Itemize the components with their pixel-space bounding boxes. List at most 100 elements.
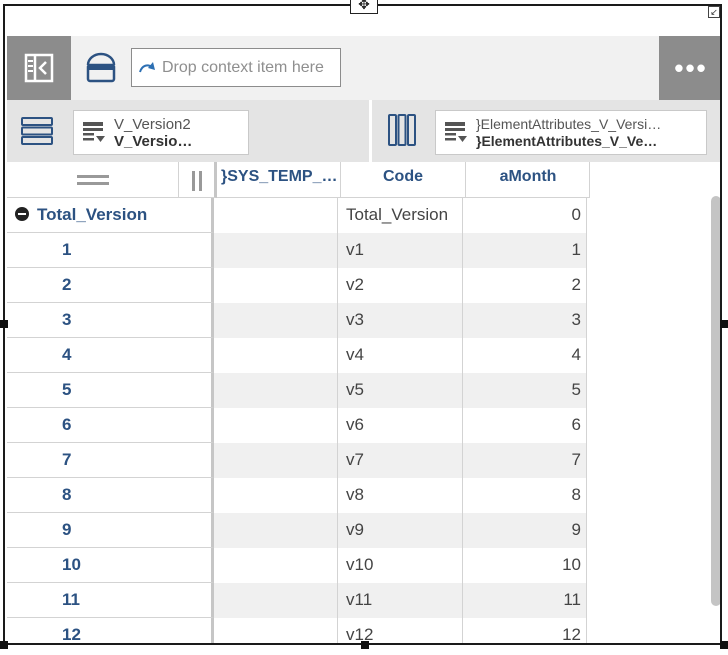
row-label-text: 4: [62, 345, 72, 364]
row-label-cell[interactable]: 8: [7, 478, 214, 513]
sys-temp-cell[interactable]: [214, 548, 338, 583]
resize-handle-right[interactable]: [720, 320, 728, 328]
redo-arrow-icon: [139, 61, 155, 72]
context-bar-button[interactable]: [81, 48, 121, 88]
sys-temp-cell[interactable]: [214, 373, 338, 408]
sys-temp-cell[interactable]: [214, 513, 338, 548]
row-label-cell[interactable]: 9: [7, 513, 214, 548]
collapse-minus-icon[interactable]: [15, 206, 29, 221]
sys-temp-cell[interactable]: [214, 233, 338, 268]
row-label-text: 1: [62, 240, 72, 259]
table-row: 11 v11 11: [7, 583, 720, 618]
resize-handle-bottom-left[interactable]: [0, 641, 8, 649]
row-label-text: 5: [62, 380, 72, 399]
sys-temp-cell[interactable]: [214, 268, 338, 303]
sys-temp-cell[interactable]: [214, 583, 338, 618]
amonth-cell[interactable]: 7: [463, 443, 587, 478]
columns-dimension-icon: [387, 114, 417, 151]
sys-temp-cell[interactable]: [214, 198, 338, 233]
sys-temp-cell[interactable]: [214, 443, 338, 478]
resize-handle-left[interactable]: [0, 320, 8, 328]
row-label-cell[interactable]: 11: [7, 583, 214, 618]
code-cell[interactable]: Total_Version: [338, 198, 463, 233]
table-row: 5 v5 5: [7, 373, 720, 408]
rows-dimension-name: V_Version2: [114, 115, 191, 133]
row-label-cell[interactable]: 3: [7, 303, 214, 338]
amonth-cell[interactable]: 10: [463, 548, 587, 583]
move-icon[interactable]: ✥: [350, 0, 378, 14]
row-label-text: 3: [62, 310, 72, 329]
row-label-cell[interactable]: 12: [7, 618, 214, 643]
amonth-cell[interactable]: 6: [463, 408, 587, 443]
row-label-text: 9: [62, 520, 72, 539]
table-row: 10 v10 10: [7, 548, 720, 583]
rows-dimension-icon: [21, 116, 53, 151]
row-label-cell[interactable]: 2: [7, 268, 214, 303]
table-row: 7 v7 7: [7, 443, 720, 478]
collapse-panel-button[interactable]: [7, 36, 71, 100]
amonth-cell[interactable]: 11: [463, 583, 587, 618]
col-header-code[interactable]: Code: [341, 162, 466, 198]
more-button[interactable]: •••: [659, 36, 720, 100]
row-header-menu[interactable]: [7, 162, 179, 198]
code-cell[interactable]: v4: [338, 338, 463, 373]
sys-temp-cell[interactable]: [214, 408, 338, 443]
amonth-cell[interactable]: 3: [463, 303, 587, 338]
pause-icon: [192, 171, 202, 191]
toolbar: Drop context item here •••: [7, 36, 720, 100]
row-label-text: 2: [62, 275, 72, 294]
amonth-cell[interactable]: 8: [463, 478, 587, 513]
code-cell[interactable]: v2: [338, 268, 463, 303]
rows-dimension-chip[interactable]: V_Version2 V_Versio…: [73, 110, 249, 155]
code-cell[interactable]: v7: [338, 443, 463, 478]
amonth-cell[interactable]: 9: [463, 513, 587, 548]
sys-temp-cell[interactable]: [214, 338, 338, 373]
table-row: 8 v8 8: [7, 478, 720, 513]
amonth-cell[interactable]: 2: [463, 268, 587, 303]
vertical-scrollbar[interactable]: [711, 196, 720, 606]
table-row: 4 v4 4: [7, 338, 720, 373]
amonth-cell[interactable]: 0: [463, 198, 587, 233]
col-header-amonth[interactable]: aMonth: [466, 162, 590, 198]
amonth-cell[interactable]: 12: [463, 618, 587, 643]
row-label-text: 10: [62, 555, 81, 574]
amonth-cell[interactable]: 1: [463, 233, 587, 268]
code-cell[interactable]: v1: [338, 233, 463, 268]
row-label-text: 11: [62, 590, 80, 609]
row-label-cell[interactable]: 7: [7, 443, 214, 478]
amonth-cell[interactable]: 4: [463, 338, 587, 373]
freeze-pane-toggle[interactable]: [179, 162, 217, 198]
code-cell[interactable]: v9: [338, 513, 463, 548]
code-cell[interactable]: v12: [338, 618, 463, 643]
resize-handle-bottom-right[interactable]: [720, 641, 728, 649]
code-cell[interactable]: v3: [338, 303, 463, 338]
code-cell[interactable]: v5: [338, 373, 463, 408]
dimension-bar: V_Version2 V_Versio…}ElementAttributes_…: [7, 100, 720, 162]
row-label-text: Total_Version: [37, 205, 148, 224]
code-cell[interactable]: v11: [338, 583, 463, 618]
sys-temp-cell[interactable]: [214, 618, 338, 643]
row-label-cell[interactable]: Total_Version: [7, 198, 214, 233]
sys-temp-cell[interactable]: [214, 303, 338, 338]
resize-handle-bottom[interactable]: [361, 641, 369, 649]
resize-corner-icon[interactable]: ↙: [708, 6, 720, 18]
sys-temp-cell[interactable]: [214, 478, 338, 513]
code-cell[interactable]: v6: [338, 408, 463, 443]
row-label-cell[interactable]: 4: [7, 338, 214, 373]
columns-dimension-chip[interactable]: }ElementAttributes_V_Versi… }ElementAttr…: [435, 110, 707, 155]
collapse-panel-icon: [24, 53, 54, 83]
col-header-sys-temp[interactable]: }SYS_TEMP_…: [217, 162, 341, 198]
col-header-sys-temp-label: }SYS_TEMP_…: [221, 168, 338, 185]
row-label-cell[interactable]: 5: [7, 373, 214, 408]
columns-dimension-name: }ElementAttributes_V_Versi…: [476, 115, 662, 132]
grid-rows: Total_Version Total_Version 0 1 v1 1 2 v2 2 3 v3 3 4…: [7, 198, 720, 643]
row-label-cell[interactable]: 6: [7, 408, 214, 443]
context-bar-icon: [86, 52, 116, 83]
code-cell[interactable]: v10: [338, 548, 463, 583]
table-row: 9 v9 9: [7, 513, 720, 548]
row-label-cell[interactable]: 1: [7, 233, 214, 268]
amonth-cell[interactable]: 5: [463, 373, 587, 408]
code-cell[interactable]: v8: [338, 478, 463, 513]
row-label-cell[interactable]: 10: [7, 548, 214, 583]
context-drop-zone[interactable]: Drop context item here: [131, 48, 341, 87]
